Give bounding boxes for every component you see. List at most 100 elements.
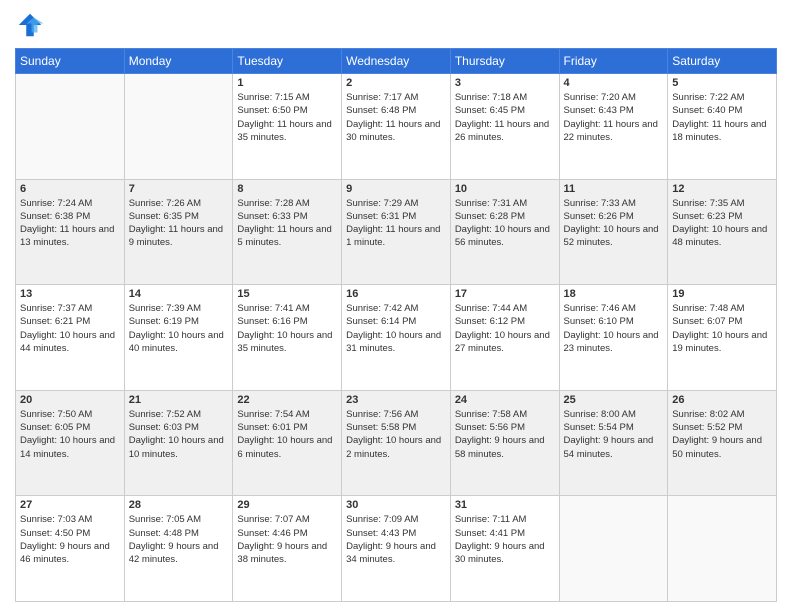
- day-number: 18: [564, 288, 664, 300]
- day-number: 1: [237, 77, 337, 89]
- day-number: 20: [20, 394, 120, 406]
- day-number: 2: [346, 77, 446, 89]
- day-info: Sunrise: 7:39 AMSunset: 6:19 PMDaylight:…: [129, 302, 229, 355]
- day-number: 5: [672, 77, 772, 89]
- calendar-cell: 3 Sunrise: 7:18 AMSunset: 6:45 PMDaylight…: [450, 74, 559, 180]
- day-info: Sunrise: 7:31 AMSunset: 6:28 PMDaylight:…: [455, 197, 555, 250]
- day-info: Sunrise: 7:05 AMSunset: 4:48 PMDaylight:…: [129, 513, 229, 566]
- calendar-cell: 16 Sunrise: 7:42 AMSunset: 6:14 PMDayligh…: [342, 285, 451, 391]
- day-info: Sunrise: 7:56 AMSunset: 5:58 PMDaylight:…: [346, 408, 446, 461]
- day-info: Sunrise: 7:26 AMSunset: 6:35 PMDaylight:…: [129, 197, 229, 250]
- day-number: 7: [129, 183, 229, 195]
- day-info: Sunrise: 7:37 AMSunset: 6:21 PMDaylight:…: [20, 302, 120, 355]
- calendar-cell: 18 Sunrise: 7:46 AMSunset: 6:10 PMDayligh…: [559, 285, 668, 391]
- day-number: 12: [672, 183, 772, 195]
- calendar-cell: 19 Sunrise: 7:48 AMSunset: 6:07 PMDayligh…: [668, 285, 777, 391]
- calendar-cell: 31 Sunrise: 7:11 AMSunset: 4:41 PMDayligh…: [450, 496, 559, 602]
- calendar-cell: 1 Sunrise: 7:15 AMSunset: 6:50 PMDaylight…: [233, 74, 342, 180]
- day-info: Sunrise: 7:09 AMSunset: 4:43 PMDaylight:…: [346, 513, 446, 566]
- calendar-cell: [124, 74, 233, 180]
- weekday-header-row: SundayMondayTuesdayWednesdayThursdayFrid…: [16, 49, 777, 74]
- day-number: 26: [672, 394, 772, 406]
- calendar-cell: 23 Sunrise: 7:56 AMSunset: 5:58 PMDayligh…: [342, 390, 451, 496]
- calendar-cell: [16, 74, 125, 180]
- day-number: 8: [237, 183, 337, 195]
- calendar-cell: 9 Sunrise: 7:29 AMSunset: 6:31 PMDaylight…: [342, 179, 451, 285]
- day-info: Sunrise: 7:52 AMSunset: 6:03 PMDaylight:…: [129, 408, 229, 461]
- header: [15, 10, 777, 40]
- week-row-1: 1 Sunrise: 7:15 AMSunset: 6:50 PMDaylight…: [16, 74, 777, 180]
- logo: [15, 10, 49, 40]
- day-info: Sunrise: 7:33 AMSunset: 6:26 PMDaylight:…: [564, 197, 664, 250]
- calendar-cell: 7 Sunrise: 7:26 AMSunset: 6:35 PMDaylight…: [124, 179, 233, 285]
- day-number: 21: [129, 394, 229, 406]
- day-number: 11: [564, 183, 664, 195]
- day-number: 3: [455, 77, 555, 89]
- day-info: Sunrise: 7:29 AMSunset: 6:31 PMDaylight:…: [346, 197, 446, 250]
- calendar-cell: 12Sunrise: 7:35 AMSunset: 6:23 PMDayligh…: [668, 179, 777, 285]
- day-info: Sunrise: 7:18 AMSunset: 6:45 PMDaylight:…: [455, 91, 555, 144]
- day-info: Sunrise: 7:54 AMSunset: 6:01 PMDaylight:…: [237, 408, 337, 461]
- day-info: Sunrise: 7:07 AMSunset: 4:46 PMDaylight:…: [237, 513, 337, 566]
- day-info: Sunrise: 8:00 AMSunset: 5:54 PMDaylight:…: [564, 408, 664, 461]
- day-info: Sunrise: 7:48 AMSunset: 6:07 PMDaylight:…: [672, 302, 772, 355]
- calendar-cell: 5 Sunrise: 7:22 AMSunset: 6:40 PMDaylight…: [668, 74, 777, 180]
- day-number: 30: [346, 499, 446, 511]
- day-number: 22: [237, 394, 337, 406]
- day-info: Sunrise: 7:50 AMSunset: 6:05 PMDaylight:…: [20, 408, 120, 461]
- day-info: Sunrise: 7:22 AMSunset: 6:40 PMDaylight:…: [672, 91, 772, 144]
- weekday-header-saturday: Saturday: [668, 49, 777, 74]
- logo-icon: [15, 10, 45, 40]
- day-number: 15: [237, 288, 337, 300]
- calendar-cell: 15 Sunrise: 7:41 AMSunset: 6:16 PMDayligh…: [233, 285, 342, 391]
- calendar-cell: 29 Sunrise: 7:07 AMSunset: 4:46 PMDayligh…: [233, 496, 342, 602]
- day-number: 10: [455, 183, 555, 195]
- day-info: Sunrise: 7:42 AMSunset: 6:14 PMDaylight:…: [346, 302, 446, 355]
- day-info: Sunrise: 7:11 AMSunset: 4:41 PMDaylight:…: [455, 513, 555, 566]
- day-number: 19: [672, 288, 772, 300]
- week-row-4: 20 Sunrise: 7:50 AMSunset: 6:05 PMDayligh…: [16, 390, 777, 496]
- day-info: Sunrise: 7:46 AMSunset: 6:10 PMDaylight:…: [564, 302, 664, 355]
- day-info: Sunrise: 7:41 AMSunset: 6:16 PMDaylight:…: [237, 302, 337, 355]
- calendar-table: SundayMondayTuesdayWednesdayThursdayFrid…: [15, 48, 777, 602]
- weekday-header-monday: Monday: [124, 49, 233, 74]
- week-row-3: 13Sunrise: 7:37 AMSunset: 6:21 PMDayligh…: [16, 285, 777, 391]
- calendar-cell: 14 Sunrise: 7:39 AMSunset: 6:19 PMDayligh…: [124, 285, 233, 391]
- day-info: Sunrise: 7:24 AMSunset: 6:38 PMDaylight:…: [20, 197, 120, 250]
- calendar-cell: 22 Sunrise: 7:54 AMSunset: 6:01 PMDayligh…: [233, 390, 342, 496]
- calendar-cell: 11 Sunrise: 7:33 AMSunset: 6:26 PMDayligh…: [559, 179, 668, 285]
- day-info: Sunrise: 7:58 AMSunset: 5:56 PMDaylight:…: [455, 408, 555, 461]
- day-number: 29: [237, 499, 337, 511]
- day-number: 25: [564, 394, 664, 406]
- calendar-cell: 10 Sunrise: 7:31 AMSunset: 6:28 PMDayligh…: [450, 179, 559, 285]
- weekday-header-tuesday: Tuesday: [233, 49, 342, 74]
- day-number: 23: [346, 394, 446, 406]
- day-info: Sunrise: 7:44 AMSunset: 6:12 PMDaylight:…: [455, 302, 555, 355]
- calendar-cell: 25 Sunrise: 8:00 AMSunset: 5:54 PMDayligh…: [559, 390, 668, 496]
- week-row-5: 27Sunrise: 7:03 AMSunset: 4:50 PMDayligh…: [16, 496, 777, 602]
- weekday-header-thursday: Thursday: [450, 49, 559, 74]
- calendar-cell: [559, 496, 668, 602]
- day-info: Sunrise: 7:15 AMSunset: 6:50 PMDaylight:…: [237, 91, 337, 144]
- calendar-cell: 4 Sunrise: 7:20 AMSunset: 6:43 PMDaylight…: [559, 74, 668, 180]
- day-number: 31: [455, 499, 555, 511]
- calendar-cell: 27Sunrise: 7:03 AMSunset: 4:50 PMDayligh…: [16, 496, 125, 602]
- day-number: 14: [129, 288, 229, 300]
- weekday-header-sunday: Sunday: [16, 49, 125, 74]
- day-number: 4: [564, 77, 664, 89]
- day-number: 9: [346, 183, 446, 195]
- day-number: 17: [455, 288, 555, 300]
- calendar-cell: 8 Sunrise: 7:28 AMSunset: 6:33 PMDaylight…: [233, 179, 342, 285]
- day-info: Sunrise: 7:03 AMSunset: 4:50 PMDaylight:…: [20, 513, 120, 566]
- calendar-cell: 26 Sunrise: 8:02 AMSunset: 5:52 PMDayligh…: [668, 390, 777, 496]
- day-number: 28: [129, 499, 229, 511]
- day-info: Sunrise: 8:02 AMSunset: 5:52 PMDaylight:…: [672, 408, 772, 461]
- calendar-cell: 24Sunrise: 7:58 AMSunset: 5:56 PMDayligh…: [450, 390, 559, 496]
- calendar-cell: 6Sunrise: 7:24 AMSunset: 6:38 PMDaylight…: [16, 179, 125, 285]
- weekday-header-wednesday: Wednesday: [342, 49, 451, 74]
- calendar-cell: 30 Sunrise: 7:09 AMSunset: 4:43 PMDayligh…: [342, 496, 451, 602]
- day-info: Sunrise: 7:28 AMSunset: 6:33 PMDaylight:…: [237, 197, 337, 250]
- day-info: Sunrise: 7:20 AMSunset: 6:43 PMDaylight:…: [564, 91, 664, 144]
- day-number: 16: [346, 288, 446, 300]
- day-info: Sunrise: 7:17 AMSunset: 6:48 PMDaylight:…: [346, 91, 446, 144]
